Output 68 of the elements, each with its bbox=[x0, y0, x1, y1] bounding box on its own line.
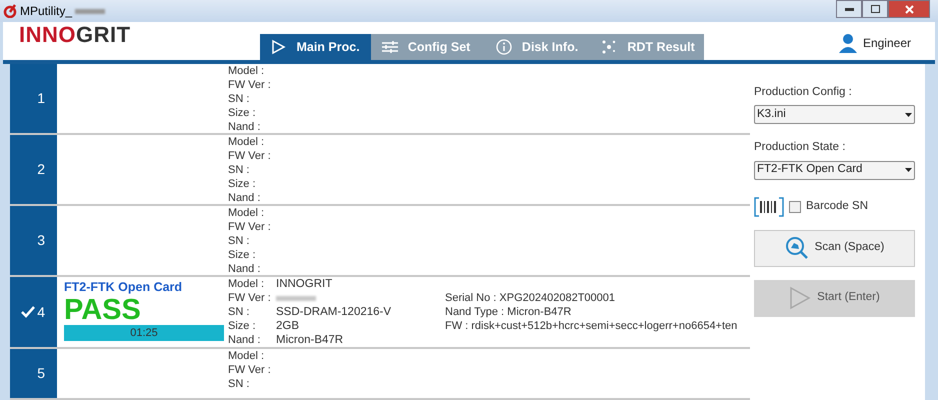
minimize-icon bbox=[844, 8, 854, 10]
field-label: Model : bbox=[228, 206, 266, 220]
info-icon bbox=[496, 39, 512, 55]
field-label: Nand : bbox=[228, 262, 262, 276]
redacted-title bbox=[75, 8, 106, 14]
checkmark-icon bbox=[21, 306, 36, 318]
field-label: SN : bbox=[228, 305, 250, 319]
slot-number: 2 bbox=[37, 160, 45, 179]
barcode-icon bbox=[754, 196, 784, 216]
play-icon bbox=[789, 286, 812, 310]
field-label: FW Ver : bbox=[228, 78, 272, 92]
stage-name: FT2-FTK Open Card bbox=[64, 280, 184, 295]
field-label: SN : bbox=[228, 377, 250, 391]
scan-button[interactable]: Scan (Space) bbox=[754, 230, 915, 266]
user-icon bbox=[838, 33, 857, 53]
barcode-checkbox[interactable] bbox=[789, 200, 801, 212]
field-label: Size : bbox=[228, 177, 257, 191]
maximize-button[interactable] bbox=[862, 0, 888, 18]
field-label: Nand : bbox=[228, 191, 262, 205]
field-label: Nand : bbox=[228, 333, 262, 347]
dropdown-caret-icon bbox=[905, 168, 912, 172]
field-label: SN : bbox=[228, 163, 250, 177]
close-icon bbox=[904, 4, 914, 14]
field-value: SSD-DRAM-120216-V bbox=[276, 305, 392, 319]
dots-icon bbox=[601, 39, 618, 55]
minimize-button[interactable] bbox=[836, 0, 862, 18]
field-label: Model : bbox=[228, 277, 266, 291]
field-label: Production Config : bbox=[754, 85, 853, 100]
state-dropdown[interactable]: FT2-FTK Open Card bbox=[754, 160, 915, 180]
slot-number: 3 bbox=[37, 231, 45, 250]
field-label: FW Ver : bbox=[228, 149, 272, 163]
close-button[interactable] bbox=[888, 0, 930, 18]
user-role: Engineer bbox=[862, 35, 911, 52]
config-dropdown[interactable]: K3.ini bbox=[754, 105, 915, 124]
field-label: FW Ver : bbox=[228, 220, 272, 234]
field-label: Size : bbox=[228, 319, 257, 333]
field-label: Model : bbox=[228, 135, 266, 149]
field-label: SN : bbox=[228, 92, 250, 106]
detail-text: FW : rdisk+cust+512b+hcrc+semi+secc+logerr+no6654+ten bbox=[445, 319, 738, 333]
dropdown-caret-icon bbox=[905, 112, 912, 117]
tab[interactable]: Main Proc. bbox=[260, 34, 371, 60]
checkbox-label: Barcode SN bbox=[806, 198, 868, 214]
field-label: Model : bbox=[228, 64, 266, 78]
window-title: MPutility_ bbox=[20, 3, 72, 20]
slot-number: 5 bbox=[37, 364, 45, 383]
sliders-icon bbox=[382, 40, 398, 54]
field-label: Model : bbox=[228, 349, 266, 363]
field-label: Size : bbox=[228, 106, 257, 120]
field-value: Micron-B47R bbox=[276, 333, 344, 347]
detail-text: Serial No : XPG202402082T00001 bbox=[445, 291, 616, 305]
slot-number: 1 bbox=[37, 89, 45, 108]
field-label: Size : bbox=[228, 248, 257, 262]
field-label: FW Ver : bbox=[228, 291, 272, 305]
play-icon bbox=[270, 39, 286, 55]
field-value: INNOGRIT bbox=[276, 277, 332, 291]
field-label: Nand : bbox=[228, 120, 262, 134]
field-label: FW Ver : bbox=[228, 363, 272, 377]
detail-text: Nand Type : Micron-B47R bbox=[445, 305, 572, 319]
result-text: PASS bbox=[64, 295, 142, 325]
app-logo-icon bbox=[3, 4, 17, 18]
maximize-icon bbox=[870, 5, 880, 13]
slot-number: 4 bbox=[37, 302, 45, 322]
field-label: Production State : bbox=[754, 140, 846, 156]
timer-bar: 01:25 bbox=[64, 325, 224, 341]
logo-wordmark: INNOGRIT bbox=[19, 23, 131, 47]
field-value: 2GB bbox=[276, 319, 300, 333]
magnifier-icon bbox=[784, 236, 809, 260]
field-label: SN : bbox=[228, 234, 250, 248]
